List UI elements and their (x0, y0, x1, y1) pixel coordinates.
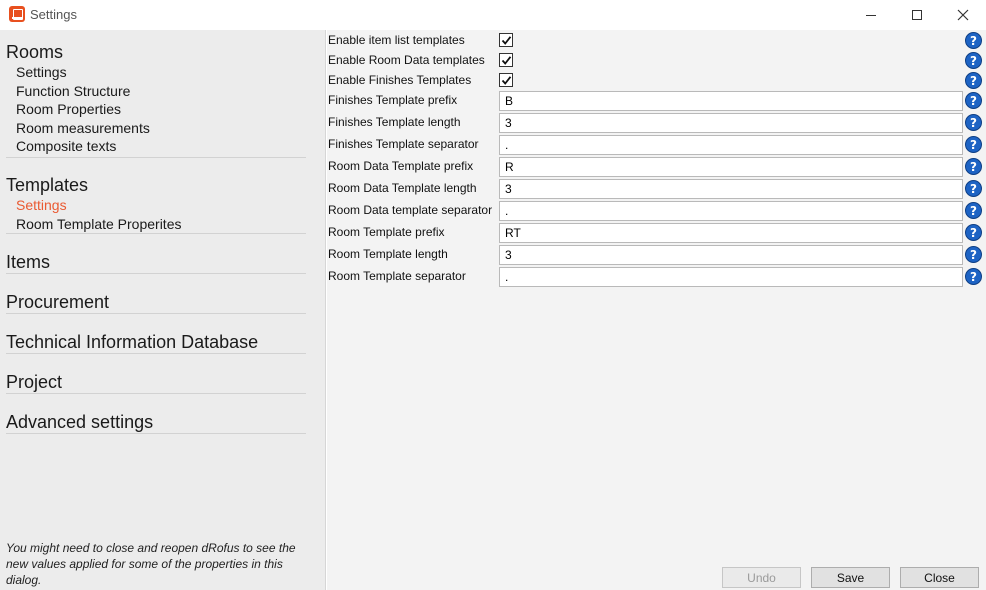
finishes-template-separator-input[interactable] (499, 135, 963, 155)
setting-row-finishes-template-separator: Finishes Template separator ? (327, 134, 986, 156)
divider (6, 353, 306, 354)
setting-row-enable-room-data-templates: Enable Room Data templates ? (327, 50, 986, 72)
sidebar-section-title[interactable]: Rooms (6, 41, 306, 63)
divider (6, 393, 306, 394)
divider (6, 433, 306, 434)
settings-panel: Enable item list templates ? Enable Room… (327, 30, 986, 590)
maximize-button[interactable] (894, 0, 940, 30)
sidebar-section-title[interactable]: Procurement (6, 291, 306, 313)
setting-label: Finishes Template length (328, 115, 461, 129)
sidebar-item-rooms-settings[interactable]: Settings (16, 63, 306, 82)
setting-label: Room Data Template prefix (328, 159, 474, 173)
checkmark-icon (501, 35, 511, 45)
maximize-icon (912, 10, 922, 20)
settings-sidebar: Rooms Settings Function Structure Room P… (0, 30, 326, 590)
room-data-template-separator-input[interactable] (499, 201, 963, 221)
setting-row-finishes-template-prefix: Finishes Template prefix ? (327, 90, 986, 112)
setting-label: Finishes Template prefix (328, 93, 458, 107)
help-icon[interactable]: ? (965, 32, 982, 49)
divider (6, 233, 306, 234)
help-icon[interactable]: ? (965, 114, 982, 131)
setting-row-enable-finishes-templates: Enable Finishes Templates ? (327, 70, 986, 92)
minimize-icon (866, 14, 876, 16)
room-template-separator-input[interactable] (499, 267, 963, 287)
setting-row-room-template-prefix: Room Template prefix ? (327, 222, 986, 244)
sidebar-section-title[interactable]: Templates (6, 174, 306, 196)
help-icon[interactable]: ? (965, 92, 982, 109)
window-title: Settings (30, 7, 77, 22)
save-button[interactable]: Save (811, 567, 890, 588)
divider (6, 157, 306, 158)
help-icon[interactable]: ? (965, 246, 982, 263)
sidebar-item-function-structure[interactable]: Function Structure (16, 82, 306, 101)
setting-row-room-data-template-length: Room Data Template length ? (327, 178, 986, 200)
sidebar-section-title[interactable]: Advanced settings (6, 411, 306, 433)
help-icon[interactable]: ? (965, 136, 982, 153)
divider (6, 313, 306, 314)
sidebar-item-room-template-properites[interactable]: Room Template Properites (16, 215, 306, 234)
sidebar-item-room-properties[interactable]: Room Properties (16, 100, 306, 119)
checkmark-icon (501, 55, 511, 65)
setting-row-room-template-length: Room Template length ? (327, 244, 986, 266)
help-icon[interactable]: ? (965, 158, 982, 175)
setting-label: Room Data template separator (328, 203, 493, 217)
close-icon (957, 9, 969, 21)
room-data-template-length-input[interactable] (499, 179, 963, 199)
setting-label: Room Data Template length (328, 181, 477, 195)
sidebar-section-rooms: Rooms Settings Function Structure Room P… (6, 41, 306, 156)
room-template-prefix-input[interactable] (499, 223, 963, 243)
help-icon[interactable]: ? (965, 268, 982, 285)
help-icon[interactable]: ? (965, 72, 982, 89)
sidebar-section-advanced-settings: Advanced settings (6, 411, 306, 433)
sidebar-section-templates: Templates Settings Room Template Properi… (6, 174, 306, 233)
finishes-template-length-input[interactable] (499, 113, 963, 133)
help-icon[interactable]: ? (965, 202, 982, 219)
close-window-button[interactable] (940, 0, 986, 30)
sidebar-section-procurement: Procurement (6, 291, 306, 313)
close-button[interactable]: Close (900, 567, 979, 588)
setting-label: Enable item list templates (328, 33, 465, 47)
sidebar-section-technical-information-database: Technical Information Database (6, 331, 306, 353)
setting-label: Enable Finishes Templates (328, 73, 472, 87)
divider (6, 273, 306, 274)
sidebar-item-room-measurements[interactable]: Room measurements (16, 119, 306, 138)
setting-label: Room Template separator (328, 269, 466, 283)
app-logo-icon (9, 6, 25, 22)
setting-label: Finishes Template separator (328, 137, 479, 151)
setting-row-room-data-template-prefix: Room Data Template prefix ? (327, 156, 986, 178)
sidebar-section-title[interactable]: Project (6, 371, 306, 393)
help-icon[interactable]: ? (965, 224, 982, 241)
setting-row-room-template-separator: Room Template separator ? (327, 266, 986, 288)
setting-label: Room Template length (328, 247, 448, 261)
enable-finishes-templates-checkbox[interactable] (499, 73, 513, 87)
enable-room-data-templates-checkbox[interactable] (499, 53, 513, 67)
minimize-button[interactable] (848, 0, 894, 30)
help-icon[interactable]: ? (965, 180, 982, 197)
setting-row-room-data-template-separator: Room Data template separator ? (327, 200, 986, 222)
setting-label: Enable Room Data templates (328, 53, 485, 67)
sidebar-section-title[interactable]: Items (6, 251, 306, 273)
setting-row-enable-item-list-templates: Enable item list templates ? (327, 30, 986, 52)
undo-button[interactable]: Undo (722, 567, 801, 588)
help-icon[interactable]: ? (965, 52, 982, 69)
title-bar: Settings (0, 0, 986, 30)
checkmark-icon (501, 75, 511, 85)
finishes-template-prefix-input[interactable] (499, 91, 963, 111)
setting-row-finishes-template-length: Finishes Template length ? (327, 112, 986, 134)
sidebar-section-project: Project (6, 371, 306, 393)
room-template-length-input[interactable] (499, 245, 963, 265)
setting-label: Room Template prefix (328, 225, 445, 239)
restart-note: You might need to close and reopen dRofu… (6, 541, 296, 587)
sidebar-item-templates-settings[interactable]: Settings (16, 196, 306, 215)
enable-item-list-templates-checkbox[interactable] (499, 33, 513, 47)
sidebar-item-composite-texts[interactable]: Composite texts (16, 137, 306, 156)
room-data-template-prefix-input[interactable] (499, 157, 963, 177)
sidebar-section-title[interactable]: Technical Information Database (6, 331, 306, 353)
sidebar-section-items: Items (6, 251, 306, 273)
